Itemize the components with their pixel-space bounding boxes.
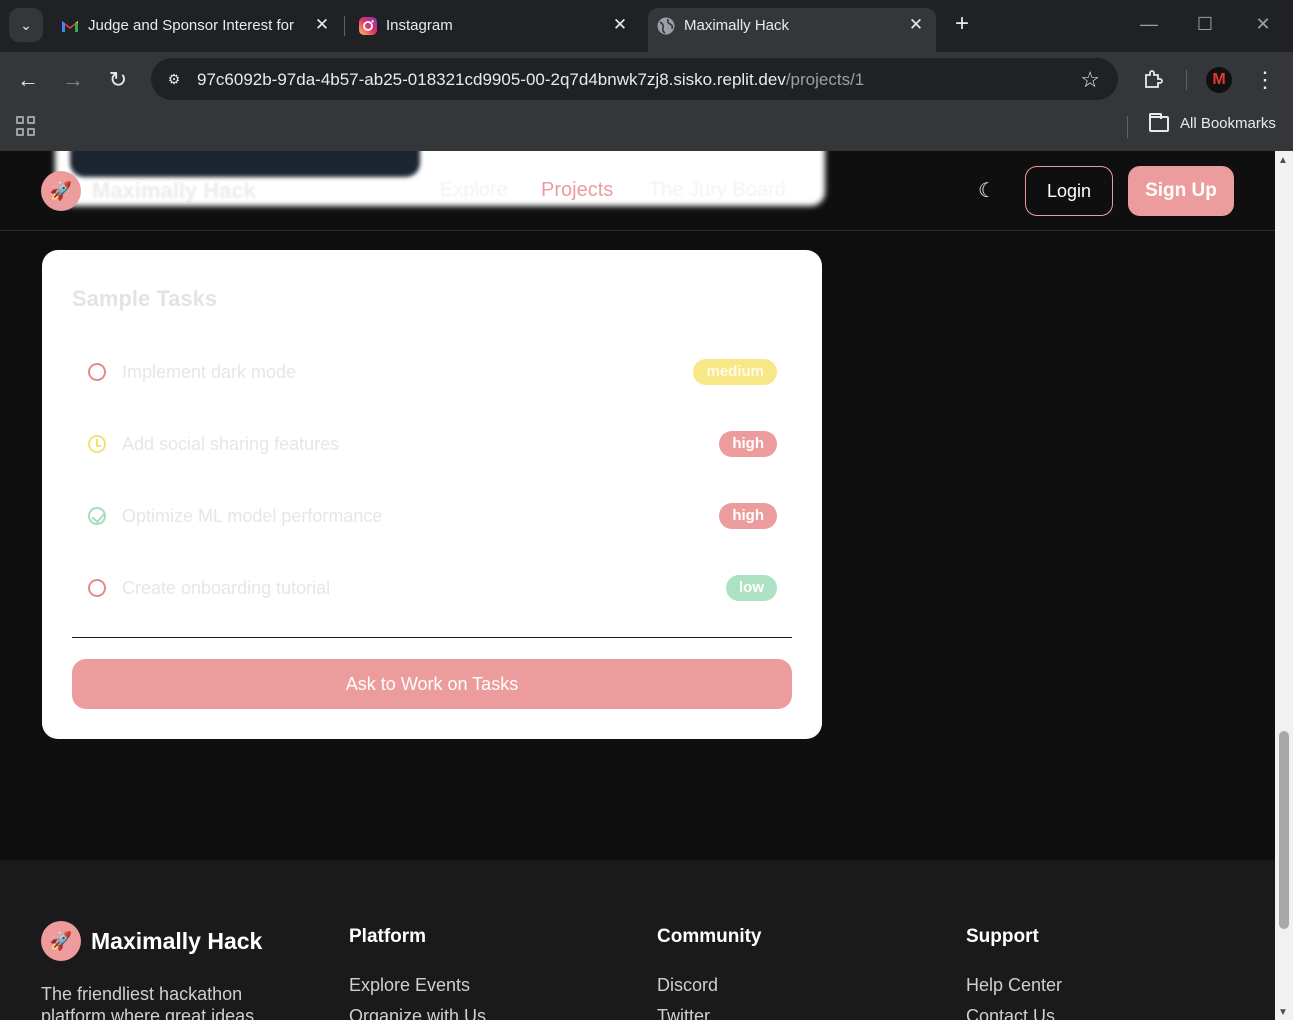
maximize-button[interactable]: ☐	[1193, 12, 1217, 36]
url-text[interactable]: 97c6092b-97da-4b57-ab25-018321cd9905-00-…	[197, 70, 864, 90]
instagram-icon	[359, 17, 377, 35]
reload-icon[interactable]: ↻	[104, 66, 132, 94]
scroll-down-icon[interactable]: ▼	[1278, 1007, 1288, 1018]
bookmarks-bar: All Bookmarks	[0, 108, 1293, 151]
circle-todo-icon	[88, 579, 106, 597]
address-bar[interactable]: ⚙ 97c6092b-97da-4b57-ab25-018321cd9905-0…	[151, 58, 1118, 100]
window-close-button[interactable]: ✕	[1251, 12, 1275, 36]
page-scrollbar[interactable]: ▲ ▼	[1275, 151, 1293, 1020]
task-row[interactable]: Optimize ML model performance high	[72, 493, 792, 541]
all-bookmarks-button[interactable]: All Bookmarks	[1149, 112, 1276, 132]
url-host: 97c6092b-97da-4b57-ab25-018321cd9905-00-…	[197, 70, 786, 89]
tab-title: Maximally Hack	[684, 17, 790, 34]
clock-icon	[88, 435, 106, 453]
nav-projects[interactable]: Projects	[541, 179, 613, 202]
footer-link[interactable]: Twitter	[657, 1006, 762, 1020]
card-title: Sample Tasks	[72, 286, 218, 311]
profile-avatar[interactable]: M	[1206, 67, 1232, 93]
footer-link[interactable]: Explore Events	[349, 975, 486, 996]
back-icon[interactable]: ←	[14, 66, 42, 94]
footer-heading: Support	[966, 926, 1039, 947]
priority-badge: low	[726, 575, 777, 601]
scroll-up-icon[interactable]: ▲	[1278, 155, 1288, 166]
tab-title: Judge and Sponsor Interest for	[88, 17, 294, 34]
blurred-overlay-image-dark	[70, 151, 420, 177]
rocket-logo-icon[interactable]: 🚀	[41, 921, 81, 961]
priority-badge: high	[719, 503, 777, 529]
footer-link[interactable]: Organize with Us	[349, 1006, 486, 1020]
url-path: /projects/1	[785, 70, 865, 89]
close-icon[interactable]: ✕	[610, 15, 630, 35]
footer-link[interactable]: Help Center	[966, 975, 1062, 996]
minimize-button[interactable]: —	[1137, 12, 1161, 36]
bookmarks-separator	[1127, 116, 1128, 138]
toolbar-separator	[1186, 70, 1187, 90]
tab-gmail[interactable]: Judge and Sponsor Interest for ✕	[52, 8, 342, 44]
footer-tagline: The friendliest hackathon platform where…	[41, 984, 255, 1020]
tab-maximally-hack[interactable]: Maximally Hack ✕	[648, 8, 936, 52]
task-name: Create onboarding tutorial	[122, 578, 331, 598]
tab-title: Instagram	[386, 17, 453, 34]
site-footer: 🚀 Maximally Hack The friendliest hackath…	[0, 860, 1275, 1020]
rocket-logo-icon[interactable]: 🚀	[41, 171, 81, 211]
task-name: Optimize ML model performance	[122, 506, 383, 526]
browser-toolbar: ← → ↻ ⚙ 97c6092b-97da-4b57-ab25-018321cd…	[0, 52, 1293, 108]
footer-brand-name[interactable]: Maximally Hack	[91, 928, 262, 955]
footer-column-community: Community Discord Twitter	[657, 926, 762, 1020]
divider	[72, 637, 792, 638]
scrollbar-thumb[interactable]	[1279, 731, 1289, 929]
nav-jury-board[interactable]: The Jury Board	[649, 179, 786, 202]
tab-strip: ⌄ Judge and Sponsor Interest for ✕ Insta…	[0, 0, 1293, 52]
page-viewport: 🚀 Maximally Hack Explore Projects The Ju…	[0, 151, 1275, 1020]
footer-heading: Community	[657, 926, 762, 947]
apps-grid-icon[interactable]	[16, 116, 36, 136]
new-tab-button[interactable]: +	[950, 12, 974, 36]
moon-icon[interactable]: ☾	[976, 180, 998, 202]
tab-instagram[interactable]: Instagram ✕	[350, 8, 640, 44]
footer-column-platform: Platform Explore Events Organize with Us	[349, 926, 486, 1020]
footer-heading: Platform	[349, 926, 427, 947]
circle-todo-icon	[88, 363, 106, 381]
site-info-icon[interactable]: ⚙	[163, 68, 185, 90]
close-icon[interactable]: ✕	[312, 15, 332, 35]
folder-icon	[1149, 112, 1169, 132]
brand-name[interactable]: Maximally Hack	[92, 178, 256, 204]
tab-separator	[344, 16, 345, 36]
footer-link[interactable]: Contact Us	[966, 1006, 1062, 1020]
sample-tasks-card: Sample Tasks Implement dark mode medium …	[42, 250, 822, 739]
task-row[interactable]: Implement dark mode medium	[72, 349, 792, 397]
task-row[interactable]: Create onboarding tutorial low	[72, 565, 792, 613]
task-row[interactable]: Add social sharing features high	[72, 421, 792, 469]
globe-icon	[657, 17, 675, 35]
check-circle-icon	[88, 507, 106, 525]
extensions-icon[interactable]	[1142, 68, 1164, 90]
priority-badge: medium	[693, 359, 777, 385]
gmail-icon	[62, 21, 78, 32]
forward-icon[interactable]: →	[59, 66, 87, 94]
browser-chrome: ⌄ Judge and Sponsor Interest for ✕ Insta…	[0, 0, 1293, 151]
priority-badge: high	[719, 431, 777, 457]
login-button[interactable]: Login	[1025, 166, 1113, 216]
footer-link[interactable]: Discord	[657, 975, 762, 996]
bookmark-star-icon[interactable]: ☆	[1080, 67, 1100, 93]
nav-explore[interactable]: Explore	[440, 179, 508, 202]
close-icon[interactable]: ✕	[906, 15, 926, 35]
task-name: Add social sharing features	[122, 434, 340, 454]
task-name: Implement dark mode	[122, 362, 297, 382]
signup-button[interactable]: Sign Up	[1128, 166, 1234, 216]
menu-kebab-icon[interactable]: ⋮	[1251, 66, 1279, 94]
footer-column-support: Support Help Center Contact Us	[966, 926, 1062, 1020]
all-bookmarks-label: All Bookmarks	[1180, 115, 1276, 132]
site-header: 🚀 Maximally Hack Explore Projects The Ju…	[0, 151, 1275, 231]
ask-to-work-button[interactable]: Ask to Work on Tasks	[72, 659, 792, 709]
tab-search-button[interactable]: ⌄	[9, 8, 43, 42]
